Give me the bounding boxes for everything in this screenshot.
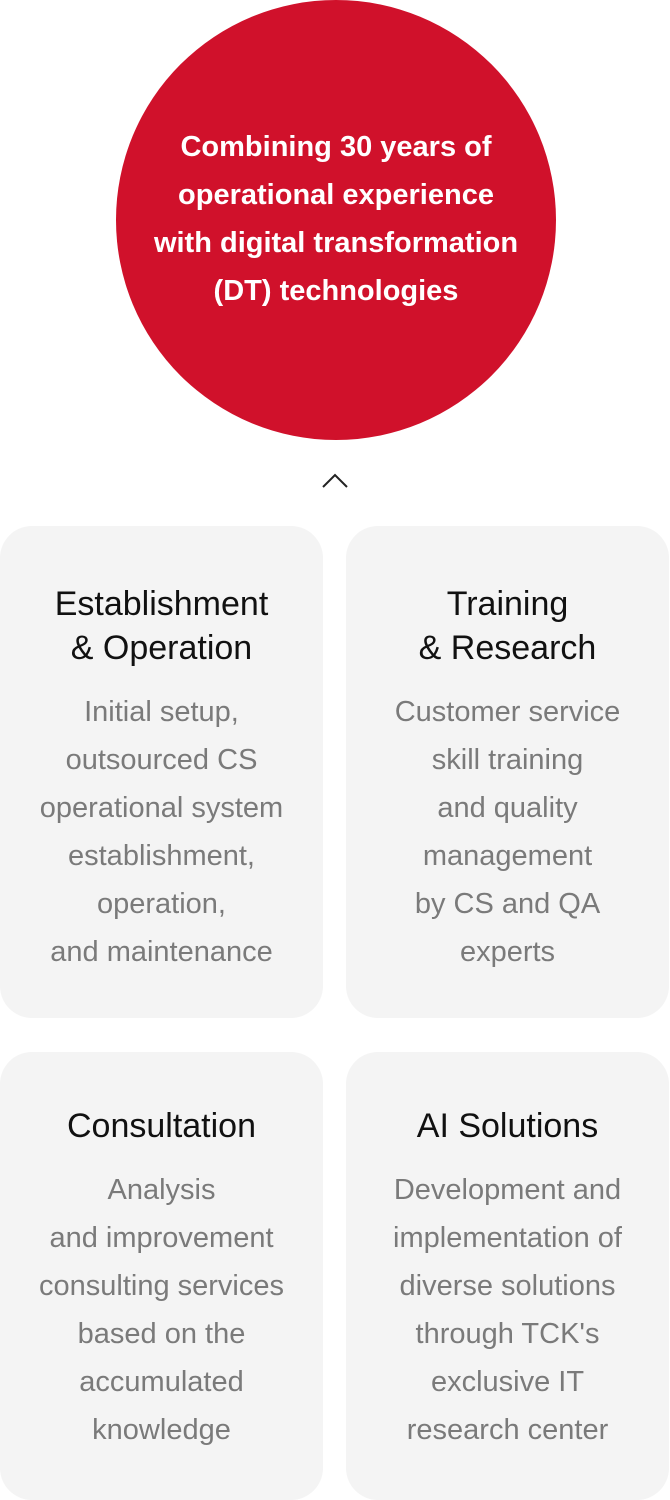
card-description: Customer service skill training and qual… [346, 688, 669, 976]
card-desc-line: experts [459, 936, 556, 968]
card-title: Consultation [0, 1104, 323, 1148]
card-ai-solutions: AI Solutions Development and implementat… [346, 1052, 669, 1500]
hero-line: with digital transformation [153, 227, 519, 259]
card-desc-line: through TCK's [415, 1318, 600, 1350]
card-title-line: AI Solutions [416, 1107, 599, 1145]
card-title: Establishment & Operation [0, 582, 323, 670]
card-desc-line: operational system [39, 792, 284, 824]
card-description: Analysis and improvement consulting serv… [0, 1166, 323, 1454]
hero-line: (DT) technologies [213, 275, 459, 307]
card-desc-line: management [422, 840, 593, 872]
card-desc-line: Analysis [107, 1174, 216, 1206]
hero-text: Combining 30 years of operational experi… [136, 123, 536, 315]
card-desc-line: knowledge [92, 1414, 231, 1446]
card-desc-line: and improvement [49, 1222, 274, 1254]
chevron-up-icon [322, 473, 348, 488]
hero-line: operational experience [178, 179, 494, 211]
card-desc-line: Customer service [394, 696, 621, 728]
card-desc-line: exclusive IT [430, 1366, 585, 1398]
card-desc-line: establishment, [68, 840, 255, 872]
card-desc-line: consulting services [39, 1270, 284, 1302]
card-desc-line: implementation of [393, 1222, 622, 1254]
card-title-line: Establishment [54, 585, 269, 623]
card-desc-line: research center [406, 1414, 609, 1446]
card-consultation: Consultation Analysis and improvement co… [0, 1052, 323, 1500]
card-desc-line: accumulated [79, 1366, 244, 1398]
hero-circle: Combining 30 years of operational experi… [116, 0, 556, 440]
card-desc-line: outsourced CS [65, 744, 258, 776]
card-desc-line: diverse solutions [399, 1270, 616, 1302]
card-desc-line: and quality [437, 792, 578, 824]
card-desc-line: Initial setup, [84, 696, 239, 728]
card-establishment-operation: Establishment & Operation Initial setup,… [0, 526, 323, 1018]
card-title-line: & Operation [70, 629, 253, 667]
card-desc-line: Development and [393, 1174, 622, 1206]
hero-line: Combining 30 years of [180, 131, 492, 163]
card-description: Development and implementation of divers… [346, 1166, 669, 1454]
card-title-line: & Research [418, 629, 597, 667]
card-title: AI Solutions [346, 1104, 669, 1148]
card-desc-line: skill training [431, 744, 584, 776]
card-desc-line: based on the [77, 1318, 246, 1350]
card-title-line: Consultation [66, 1107, 256, 1145]
card-training-research: Training & Research Customer service ski… [346, 526, 669, 1018]
card-desc-line: operation, [97, 888, 226, 920]
card-desc-line: by CS and QA [414, 888, 601, 920]
card-title-line: Training [446, 585, 569, 623]
card-description: Initial setup, outsourced CS operational… [0, 688, 323, 976]
card-title: Training & Research [346, 582, 669, 670]
card-desc-line: and maintenance [50, 936, 273, 968]
